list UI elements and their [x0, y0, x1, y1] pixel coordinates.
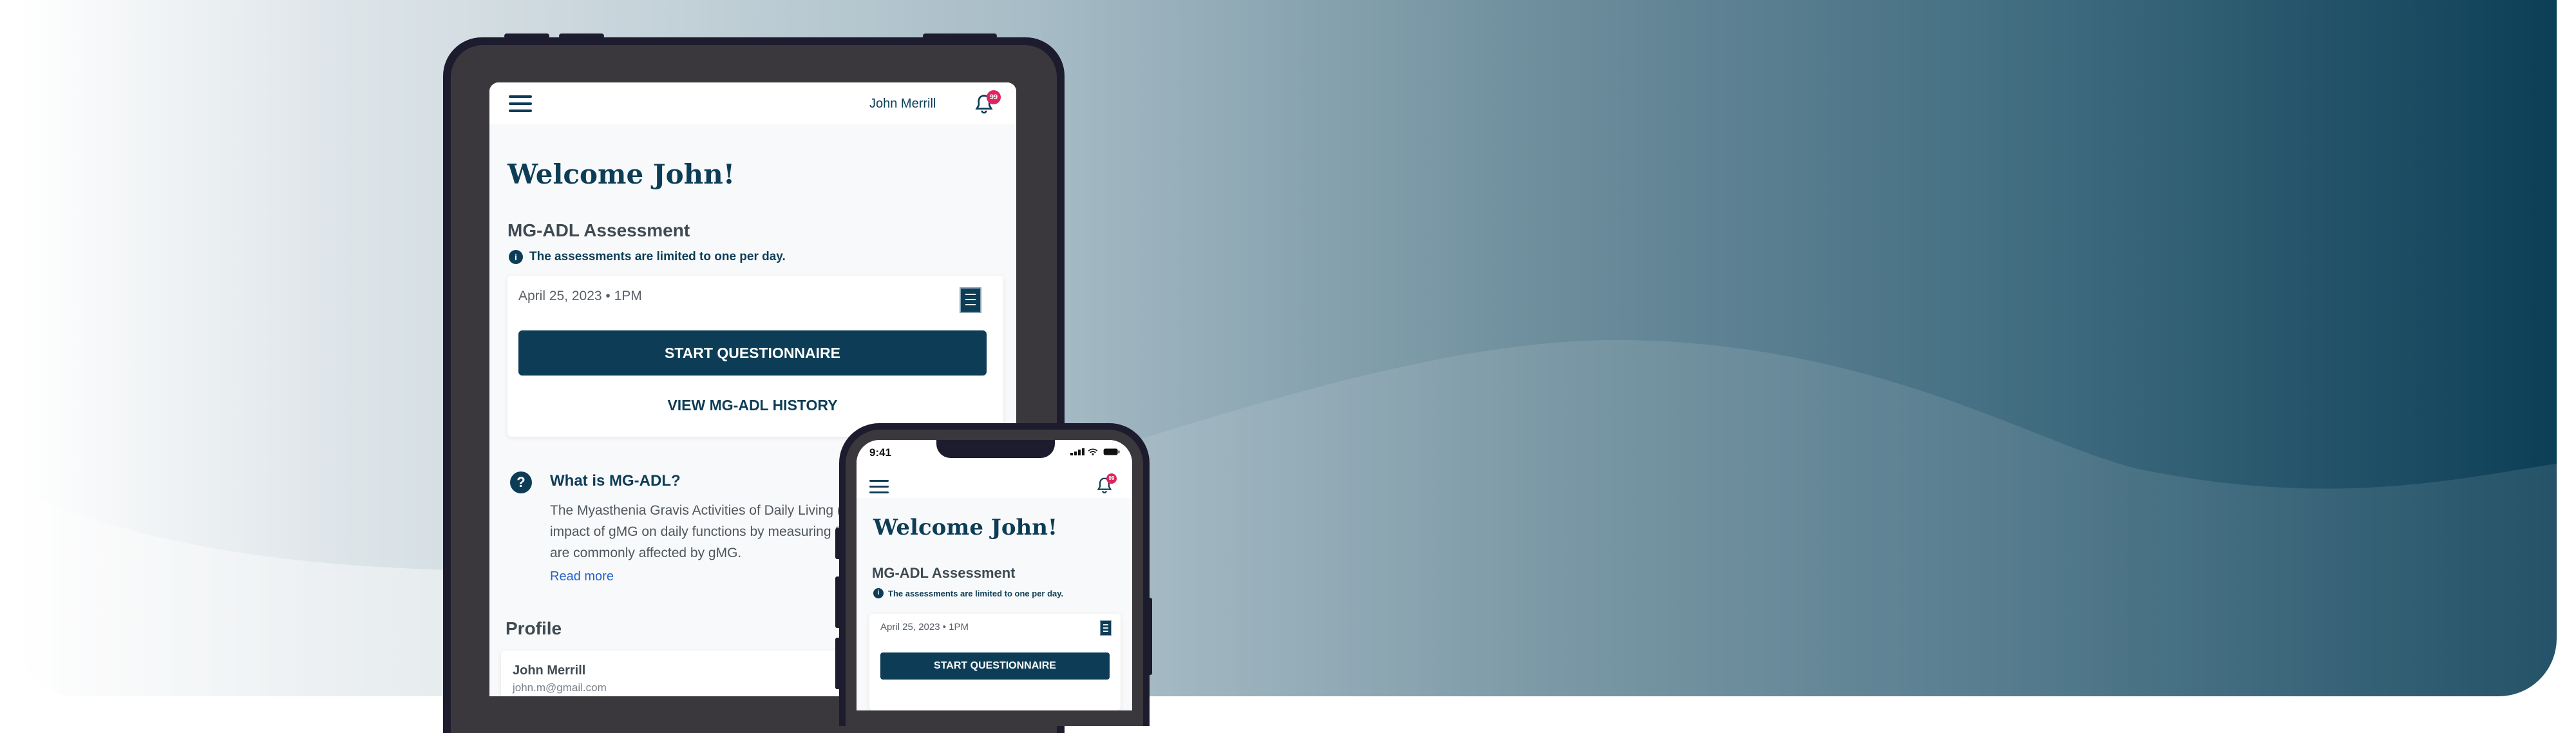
- hero-background: [19, 0, 2557, 696]
- welcome-heading: Welcome John!: [873, 515, 1057, 540]
- wave-shape: [19, 339, 2557, 696]
- assessment-notice-text: The assessments are limited to one per d…: [529, 250, 786, 263]
- wifi-icon: [1088, 448, 1098, 455]
- phone-notch: [936, 440, 1055, 458]
- profile-email: john.m@gmail.com: [513, 681, 607, 694]
- tablet-button: [559, 33, 604, 39]
- questionnaire-icon: [1100, 620, 1112, 636]
- info-icon: i: [873, 588, 884, 598]
- assessment-date: April 25, 2023 • 1PM: [880, 622, 969, 633]
- signal-icon: [1070, 448, 1084, 455]
- tablet-button: [923, 33, 997, 39]
- assessment-card: April 25, 2023 • 1PM START QUESTIONNAIRE…: [507, 276, 1003, 437]
- battery-icon: [1103, 448, 1120, 455]
- phone-screen: 9:41 99 Welcome John! MG-ADL Assessment …: [857, 440, 1132, 710]
- assessment-notice: i The assessments are limited to one per…: [873, 588, 1063, 598]
- header-user-name[interactable]: John Merrill: [869, 97, 936, 111]
- menu-icon[interactable]: [869, 480, 889, 494]
- assessment-title: MG-ADL Assessment: [872, 565, 1016, 581]
- question-icon: ?: [510, 471, 532, 493]
- status-time: 9:41: [869, 446, 892, 459]
- start-questionnaire-button[interactable]: START QUESTIONNAIRE: [880, 652, 1110, 680]
- app-header: John Merrill 99: [489, 82, 1016, 124]
- profile-name: John Merrill: [513, 663, 586, 678]
- notification-badge: 99: [1106, 473, 1117, 484]
- questionnaire-icon: [960, 287, 981, 313]
- assessment-notice: i The assessments are limited to one per…: [509, 250, 786, 264]
- read-more-link[interactable]: Read more: [550, 569, 614, 584]
- view-history-link[interactable]: VIEW MG-ADL HISTORY: [518, 397, 987, 414]
- info-icon: i: [509, 250, 523, 264]
- phone-app-header: 9:41 99: [857, 440, 1132, 498]
- info-title: What is MG-ADL?: [550, 472, 681, 490]
- assessment-notice-text: The assessments are limited to one per d…: [888, 588, 1064, 598]
- assessment-title: MG-ADL Assessment: [507, 220, 690, 240]
- menu-icon[interactable]: [509, 95, 532, 112]
- notification-badge: 99: [987, 90, 1001, 104]
- welcome-heading: Welcome John!: [507, 158, 735, 190]
- start-questionnaire-button[interactable]: START QUESTIONNAIRE: [518, 330, 987, 376]
- tablet-button: [504, 33, 549, 39]
- profile-heading: Profile: [506, 618, 562, 638]
- assessment-date: April 25, 2023 • 1PM: [518, 289, 642, 303]
